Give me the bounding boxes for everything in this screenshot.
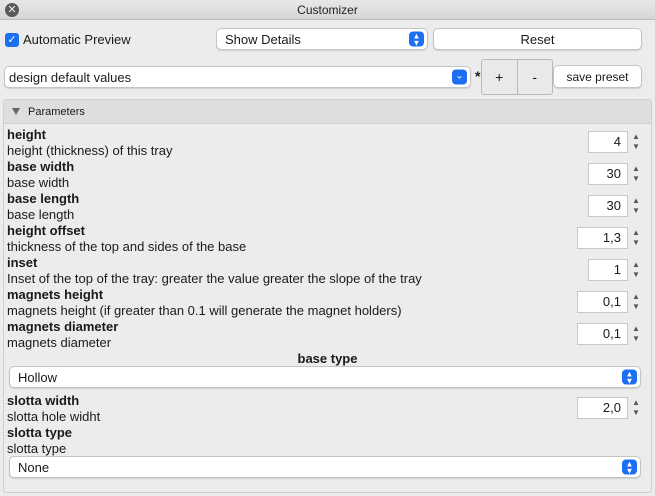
add-preset-button[interactable]: + <box>482 60 518 94</box>
stepper-icon[interactable]: ▲ ▼ <box>630 398 642 420</box>
param-value-input[interactable]: 4 <box>588 131 628 153</box>
param-description: Inset of the top of the tray: greater th… <box>7 271 422 286</box>
disclosure-triangle-icon[interactable] <box>12 108 20 115</box>
param-description: thickness of the top and sides of the ba… <box>7 239 247 254</box>
param-description: base length <box>7 207 75 222</box>
details-select-value: Show Details <box>225 31 301 47</box>
save-preset-button[interactable]: save preset <box>553 65 642 88</box>
param-name: inset <box>7 255 38 270</box>
parameters-title: Parameters <box>28 106 85 118</box>
param-value-input[interactable]: 0,1 <box>577 323 628 345</box>
base-type-select[interactable]: Hollow ▲ ▼ <box>9 366 641 388</box>
slotta-type-description: slotta type <box>7 441 67 456</box>
reset-label: Reset <box>520 31 555 47</box>
chevron-updown-icon: ▲ ▼ <box>622 369 637 385</box>
param-value-input[interactable]: 1,3 <box>577 227 628 249</box>
stepper-icon[interactable]: ▲ ▼ <box>630 324 642 346</box>
param-value-input[interactable]: 0,1 <box>577 291 628 313</box>
chevron-updown-icon: ▲ ▼ <box>409 31 424 47</box>
param-value-input[interactable]: 1 <box>588 259 628 281</box>
automatic-preview-toggle[interactable]: ✓ Automatic Preview <box>5 32 131 47</box>
param-name: height offset <box>7 223 85 238</box>
preset-select[interactable]: design default values ⌄ <box>4 66 471 88</box>
stepper-icon[interactable]: ▲ ▼ <box>630 228 642 250</box>
param-value-input[interactable]: 30 <box>588 163 628 185</box>
save-preset-label: save preset <box>566 69 629 84</box>
base-type-value: Hollow <box>18 369 58 385</box>
param-description: base width <box>7 175 70 190</box>
details-select[interactable]: Show Details ▲ ▼ <box>216 28 428 50</box>
reset-button[interactable]: Reset <box>433 28 642 50</box>
preset-add-remove: + - <box>481 59 553 95</box>
param-value-input[interactable]: 30 <box>588 195 628 217</box>
chevron-down-icon: ⌄ <box>452 69 467 85</box>
modified-marker: * <box>475 68 481 84</box>
param-name: height <box>7 127 46 142</box>
window-title: Customizer <box>297 3 358 17</box>
param-name: magnets diameter <box>7 319 119 334</box>
stepper-icon[interactable]: ▲ ▼ <box>630 132 642 154</box>
parameters-header[interactable] <box>4 100 651 124</box>
chevron-updown-icon: ▲ ▼ <box>622 459 637 475</box>
slotta-width-description: slotta hole widht <box>7 409 101 424</box>
param-description: magnets height (if greater than 0.1 will… <box>7 303 402 318</box>
automatic-preview-label: Automatic Preview <box>23 32 131 47</box>
remove-preset-button[interactable]: - <box>518 60 553 94</box>
param-name: magnets height <box>7 287 104 302</box>
slotta-type-select[interactable]: None ▲ ▼ <box>9 456 641 478</box>
stepper-icon[interactable]: ▲ ▼ <box>630 196 642 218</box>
param-name: base length <box>7 191 80 206</box>
slotta-type-name: slotta type <box>7 425 73 440</box>
preset-select-value: design default values <box>9 69 132 85</box>
stepper-icon[interactable]: ▲ ▼ <box>630 260 642 282</box>
slotta-type-value: None <box>18 459 50 475</box>
slotta-width-input[interactable]: 2,0 <box>577 397 628 419</box>
checkmark-icon[interactable]: ✓ <box>5 32 19 47</box>
param-name: base width <box>7 159 75 174</box>
slotta-width-name: slotta width <box>7 393 80 408</box>
param-description: height (thickness) of this tray <box>7 143 173 158</box>
stepper-icon[interactable]: ▲ ▼ <box>630 292 642 314</box>
stepper-icon[interactable]: ▲ ▼ <box>630 164 642 186</box>
param-description: magnets diameter <box>7 335 112 350</box>
base-type-label: base type <box>297 351 358 366</box>
title-bar: ✕ Customizer <box>0 0 655 20</box>
